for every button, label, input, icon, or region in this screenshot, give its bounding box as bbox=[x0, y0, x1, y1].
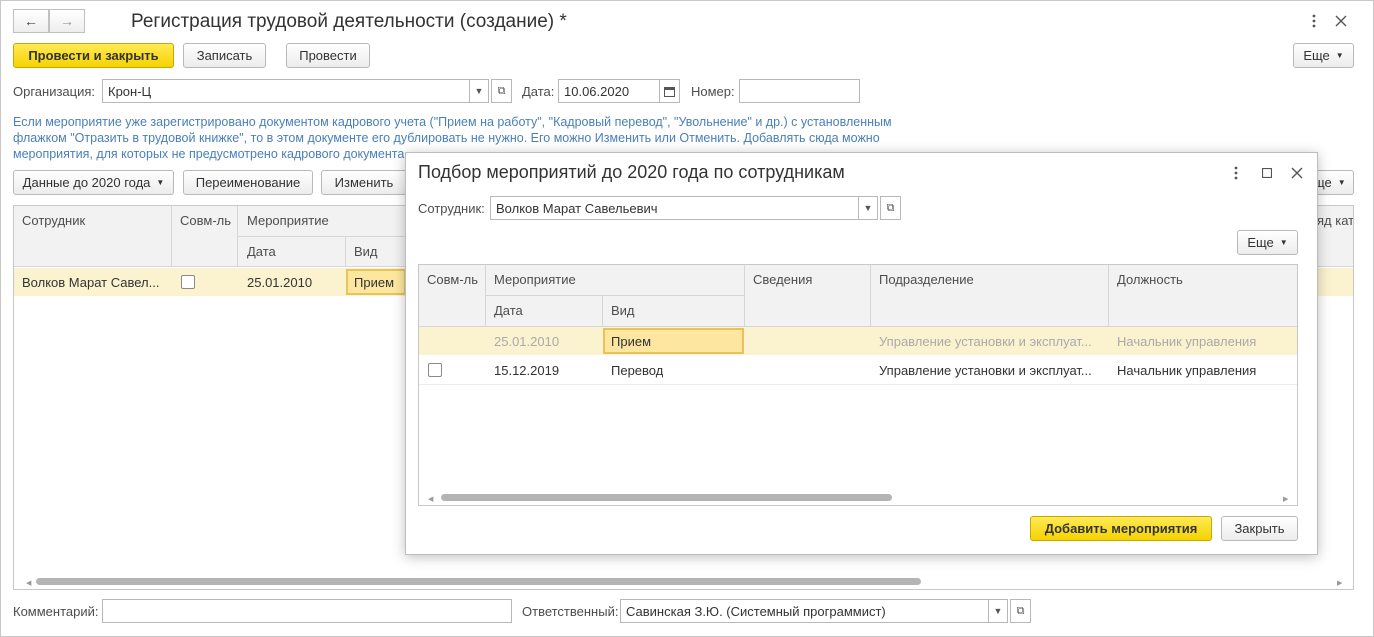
back-button[interactable]: ← bbox=[13, 9, 49, 33]
data-before-2020-label: Данные до 2020 года bbox=[22, 175, 151, 190]
dlg-row2-kind: Перевод bbox=[611, 363, 664, 378]
dlg-col-kind[interactable]: Вид bbox=[611, 303, 635, 318]
dlg-row2-position: Начальник управления bbox=[1117, 363, 1257, 378]
col-category-partial[interactable]: яд кат bbox=[1317, 213, 1353, 228]
close-icon[interactable] bbox=[1332, 12, 1350, 30]
comment-label: Комментарий: bbox=[13, 604, 99, 619]
dlg-row2-date: 15.12.2019 bbox=[494, 363, 560, 378]
open-window-icon: ⧉ bbox=[886, 201, 895, 214]
kebab-menu-icon[interactable] bbox=[1306, 12, 1322, 30]
header-divider bbox=[171, 206, 172, 267]
dialog-employee-open[interactable]: ⧉ bbox=[880, 196, 901, 220]
maximize-icon[interactable] bbox=[1258, 164, 1276, 182]
responsible-field[interactable]: Савинская З.Ю. (Системный программист) bbox=[620, 599, 989, 623]
chevron-down-icon: ▼ bbox=[1279, 238, 1288, 247]
number-field[interactable] bbox=[739, 79, 860, 103]
row-kind: Прием bbox=[354, 275, 395, 290]
calendar-button[interactable] bbox=[659, 79, 680, 103]
row-date: 25.01.2010 bbox=[247, 275, 313, 290]
dlg-col-event[interactable]: Мероприятие bbox=[494, 272, 576, 287]
dlg-col-info[interactable]: Сведения bbox=[753, 272, 812, 287]
dialog-employee-label: Сотрудник: bbox=[418, 201, 485, 216]
org-field[interactable]: Крон-Ц bbox=[102, 79, 470, 103]
header-divider bbox=[870, 265, 871, 326]
dlg-row2-checkbox[interactable] bbox=[428, 363, 442, 377]
scroll-right-icon[interactable]: ▶ bbox=[1337, 579, 1342, 587]
dlg-col-department[interactable]: Подразделение bbox=[879, 272, 974, 287]
header-divider bbox=[602, 296, 603, 326]
hint-line-3: мероприятия, для которых не предусмотрен… bbox=[13, 147, 405, 161]
responsible-dropdown-button[interactable]: ▼ bbox=[988, 599, 1008, 623]
dialog-more-button[interactable]: Еще ▼ bbox=[1237, 230, 1298, 255]
header-divider bbox=[238, 236, 406, 237]
dlg-row1-position: Начальник управления bbox=[1117, 334, 1257, 349]
org-label: Организация: bbox=[13, 84, 96, 99]
dialog-employee-field[interactable]: Волков Марат Савельевич bbox=[490, 196, 859, 220]
page-title: Регистрация трудовой деятельности (созда… bbox=[131, 11, 567, 32]
open-window-icon: ⧉ bbox=[1016, 604, 1025, 617]
dlg-row1-department: Управление установки и эксплуат... bbox=[879, 334, 1092, 349]
col-parttime[interactable]: Совм-ль bbox=[180, 213, 231, 228]
change-button[interactable]: Изменить bbox=[321, 170, 407, 195]
open-window-icon: ⧉ bbox=[497, 84, 506, 97]
dialog-kebab-icon[interactable] bbox=[1229, 164, 1243, 182]
dialog-scrollbar-thumb[interactable] bbox=[441, 494, 892, 501]
horizontal-scrollbar-thumb[interactable] bbox=[36, 578, 921, 585]
dialog-employee-dropdown[interactable]: ▼ bbox=[858, 196, 878, 220]
scroll-left-icon[interactable]: ◀ bbox=[26, 579, 31, 587]
save-button[interactable]: Записать bbox=[183, 43, 266, 68]
data-before-2020-button[interactable]: Данные до 2020 года ▼ bbox=[13, 170, 174, 195]
comment-field[interactable] bbox=[102, 599, 512, 623]
col-date[interactable]: Дата bbox=[247, 244, 276, 259]
rename-button[interactable]: Переименование bbox=[183, 170, 313, 195]
chevron-down-icon: ▼ bbox=[993, 606, 1003, 616]
dialog-title: Подбор мероприятий до 2020 года по сотру… bbox=[418, 162, 845, 182]
dialog-close-icon[interactable] bbox=[1288, 164, 1306, 182]
dlg-col-date[interactable]: Дата bbox=[494, 303, 523, 318]
chevron-down-icon: ▼ bbox=[1335, 51, 1344, 60]
number-label: Номер: bbox=[691, 84, 735, 99]
chevron-down-icon: ▼ bbox=[156, 178, 165, 187]
header-divider bbox=[744, 265, 745, 326]
row-parttime-checkbox[interactable] bbox=[181, 275, 195, 289]
post-button[interactable]: Провести bbox=[286, 43, 370, 68]
date-label: Дата: bbox=[522, 84, 555, 99]
date-field[interactable]: 10.06.2020 bbox=[558, 79, 660, 103]
row-divider bbox=[419, 384, 1297, 385]
col-employee[interactable]: Сотрудник bbox=[22, 213, 85, 228]
scroll-right-icon[interactable]: ▶ bbox=[1283, 495, 1288, 503]
org-open-button[interactable]: ⧉ bbox=[491, 79, 512, 103]
scroll-left-icon[interactable]: ◀ bbox=[428, 495, 433, 503]
chevron-down-icon: ▼ bbox=[863, 203, 873, 213]
responsible-open-button[interactable]: ⧉ bbox=[1010, 599, 1031, 623]
dlg-col-position[interactable]: Должность bbox=[1117, 272, 1183, 287]
row-employee: Волков Марат Савел... bbox=[22, 275, 160, 290]
dialog-close-button[interactable]: Закрыть bbox=[1221, 516, 1298, 541]
dlg-row1-date: 25.01.2010 bbox=[494, 334, 560, 349]
dlg-row1-kind: Прием bbox=[611, 334, 652, 349]
dlg-col-parttime[interactable]: Совм-ль bbox=[427, 272, 478, 287]
col-event[interactable]: Мероприятие bbox=[247, 213, 329, 228]
add-events-button[interactable]: Добавить мероприятия bbox=[1030, 516, 1212, 541]
chevron-down-icon: ▼ bbox=[474, 86, 484, 96]
header-divider bbox=[486, 295, 744, 296]
responsible-label: Ответственный: bbox=[522, 604, 619, 619]
col-kind[interactable]: Вид bbox=[354, 244, 378, 259]
dialog-more-label: Еще bbox=[1247, 235, 1274, 250]
more-button[interactable]: Еще ▼ bbox=[1293, 43, 1354, 68]
org-dropdown-button[interactable]: ▼ bbox=[469, 79, 489, 103]
dlg-row2-department: Управление установки и эксплуат... bbox=[879, 363, 1092, 378]
chevron-down-icon: ▼ bbox=[1337, 178, 1346, 187]
post-and-close-button[interactable]: Провести и закрыть bbox=[13, 43, 174, 68]
more-label: Еще bbox=[1303, 48, 1330, 63]
header-divider bbox=[345, 237, 346, 267]
calendar-icon bbox=[664, 86, 675, 97]
arrow-right-icon: → bbox=[60, 13, 74, 29]
header-divider bbox=[1108, 265, 1109, 326]
forward-button[interactable]: → bbox=[49, 9, 85, 33]
arrow-left-icon: ← bbox=[24, 13, 38, 29]
